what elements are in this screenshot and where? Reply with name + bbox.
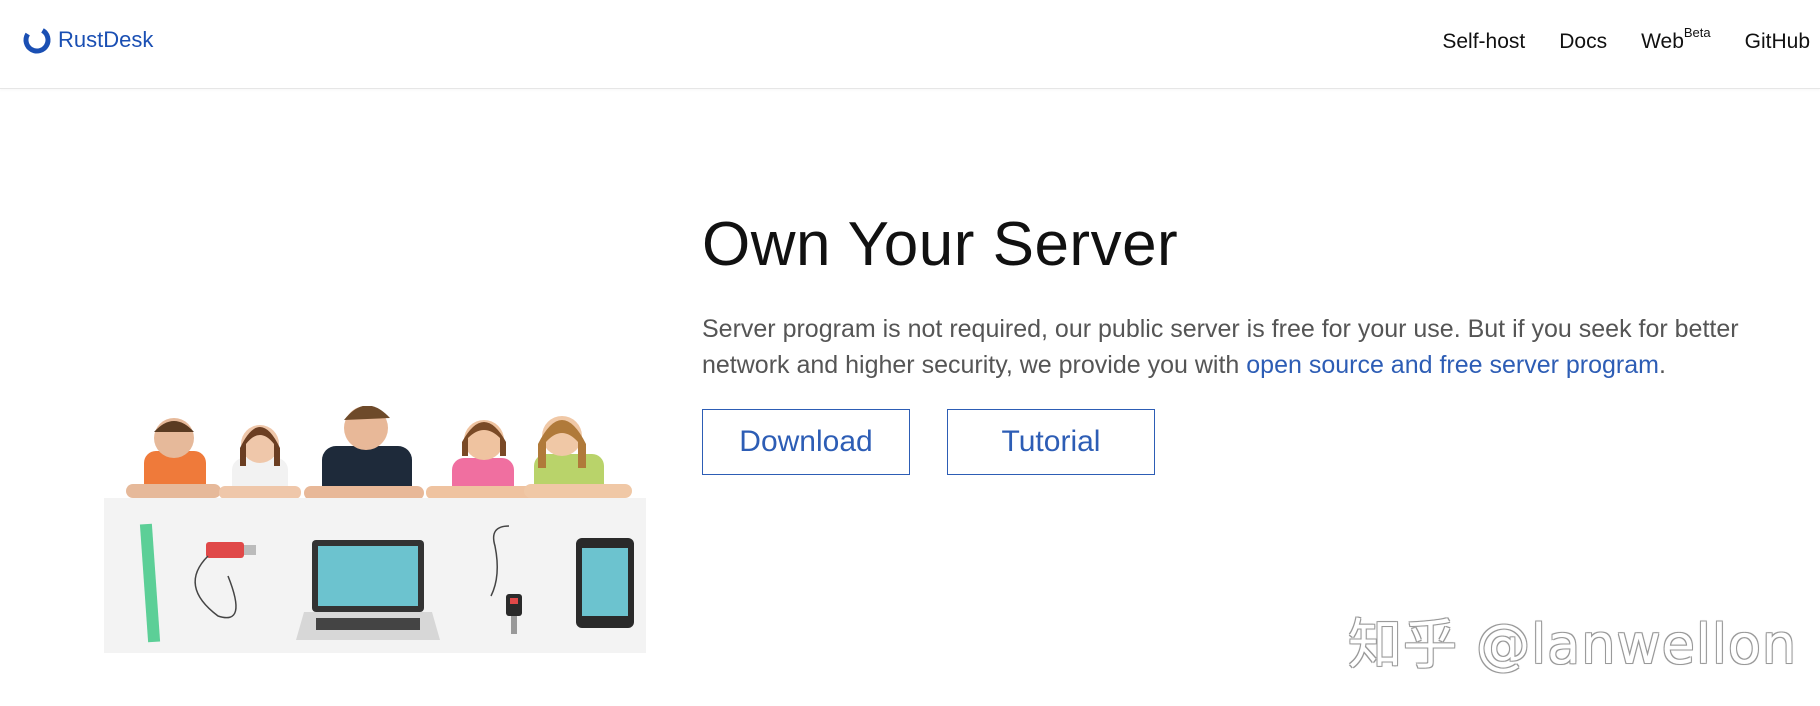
tutorial-button[interactable]: Tutorial bbox=[947, 409, 1155, 475]
brand-name: RustDesk bbox=[58, 27, 154, 52]
nav-links: Self-host Docs WebBeta GitHub bbox=[1408, 25, 1810, 54]
server-program-link[interactable]: open source and free server program bbox=[1246, 351, 1659, 379]
hero-lead: Server program is not required, our publ… bbox=[702, 311, 1782, 383]
download-button[interactable]: Download bbox=[702, 409, 910, 475]
lead-suffix: . bbox=[1659, 351, 1666, 379]
nav-self-host[interactable]: Self-host bbox=[1442, 30, 1525, 54]
nav-docs[interactable]: Docs bbox=[1559, 30, 1607, 54]
hero-image bbox=[104, 406, 646, 653]
nav-web[interactable]: WebBeta bbox=[1641, 25, 1711, 54]
nav-web-beta-badge: Beta bbox=[1683, 25, 1711, 40]
brand-link[interactable]: RustDesk bbox=[22, 24, 153, 56]
top-navbar: RustDesk Self-host Docs WebBeta GitHub bbox=[0, 0, 1820, 89]
person-1 bbox=[126, 418, 221, 498]
nav-web-label: Web bbox=[1641, 30, 1684, 53]
person-5 bbox=[524, 416, 632, 500]
person-2 bbox=[219, 425, 301, 499]
rustdesk-logo-icon bbox=[23, 26, 51, 54]
watermark-text: 知乎 @lanwellon bbox=[1348, 613, 1798, 676]
nav-github[interactable]: GitHub bbox=[1745, 30, 1810, 54]
hero-buttons: Download Tutorial bbox=[702, 409, 1782, 475]
hero-title: Own Your Server bbox=[702, 210, 1179, 279]
hero-content: Own Your Server Server program is not re… bbox=[702, 205, 1782, 475]
person-3 bbox=[304, 406, 424, 501]
person-4 bbox=[426, 420, 536, 500]
